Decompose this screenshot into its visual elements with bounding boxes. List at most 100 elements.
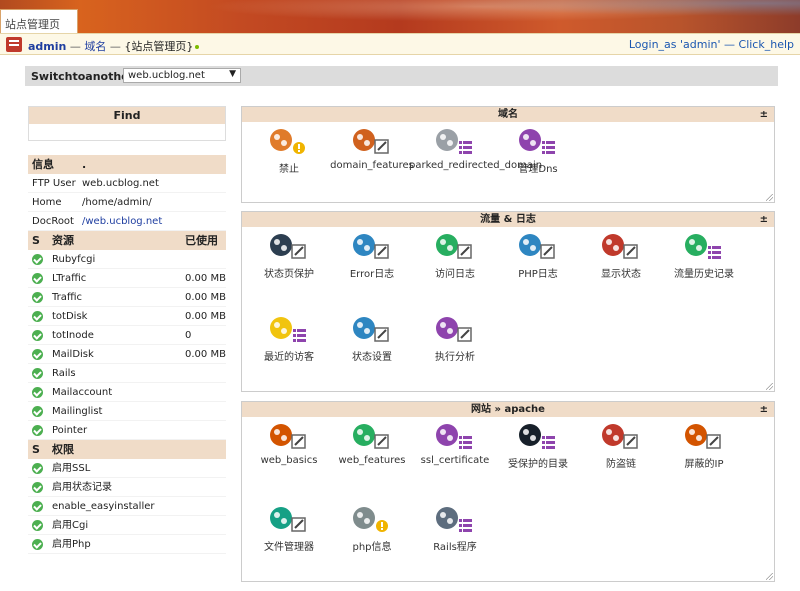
resources-header-used: 已使用 [185, 234, 218, 247]
check-circle-icon [32, 501, 43, 512]
panel-item[interactable]: Error日志 [326, 232, 418, 280]
permission-name: 启用状态记录 [52, 482, 112, 493]
feature-icon [350, 232, 394, 262]
feature-icon [350, 422, 394, 452]
resource-name: LTraffic [52, 273, 87, 284]
resource-name: Traffic [52, 292, 83, 303]
panel-item[interactable]: 流量历史记录 [658, 232, 750, 280]
panel-item[interactable]: parked_redirected_domain [409, 127, 543, 171]
panel-header: 域名 ± [242, 107, 774, 122]
find-title: Find [29, 107, 225, 124]
panel-item-label: 文件管理器 [264, 542, 314, 553]
breadcrumb-user[interactable]: admin [28, 40, 66, 53]
chevron-down-icon: ▼ [229, 69, 236, 79]
breadcrumb-domain[interactable]: 域名 [84, 40, 106, 53]
panel-traffic-logs: 流量 & 日志 ± 状态页保护 Error日志 访问日志 PHP日志 显示状态 流量历史记… [241, 211, 775, 392]
feature-icon [599, 422, 643, 452]
permission-name: 启用Php [52, 539, 91, 550]
info-key: Home [32, 197, 62, 208]
panel-item[interactable]: 受保护的目录 [492, 422, 584, 470]
panel-item-label: 防盗链 [606, 459, 636, 470]
panel-item[interactable]: 最近的访客 [243, 315, 335, 363]
tab-site-management[interactable]: 站点管理页 [0, 9, 78, 33]
feature-icon [267, 505, 311, 535]
panel-website-apache: 网站 » apache ± web_basics web_features ssl_… [241, 401, 775, 582]
panel-item-label: parked_redirected_domain [409, 160, 543, 171]
panel-item[interactable]: 执行分析 [409, 315, 501, 363]
resize-grip-icon[interactable] [766, 573, 773, 580]
collapse-toggle-icon[interactable]: ± [760, 212, 768, 227]
panel-item-label: 访问日志 [435, 269, 475, 280]
panel-item[interactable]: 防盗链 [575, 422, 667, 470]
collapse-toggle-icon[interactable]: ± [760, 402, 768, 417]
panel-item[interactable]: web_basics [243, 422, 335, 466]
resources-header-s: S [32, 234, 40, 247]
permissions-header: S 权限 [28, 440, 226, 459]
panel-title: 域名 [498, 109, 518, 120]
info-header: 信息 . [28, 155, 226, 174]
panel-item-label: ssl_certificate [420, 455, 490, 466]
resource-used: 0.00 MB [185, 292, 226, 303]
panel-item[interactable]: 屏蔽的IP [658, 422, 750, 470]
panel-item-label: 受保护的目录 [508, 459, 568, 470]
resource-row: LTraffic 0.00 MB [28, 269, 226, 288]
panel-item[interactable]: web_features [326, 422, 418, 466]
resource-row: Rails [28, 364, 226, 383]
domain-select[interactable]: web.ucblog.net ▼ [123, 68, 241, 83]
find-input[interactable] [29, 124, 225, 140]
check-circle-icon [32, 349, 43, 360]
panel-item-label: Error日志 [349, 269, 395, 280]
info-value: web.ucblog.net [82, 178, 159, 189]
feature-icon [267, 422, 311, 452]
panel-item[interactable]: 显示状态 [575, 232, 667, 280]
info-key: FTP User [32, 178, 76, 189]
login-as-link[interactable]: Login_as 'admin' — Click_help [629, 38, 794, 51]
permissions-header-s: S [32, 443, 40, 456]
resource-name: totDisk [52, 311, 88, 322]
permission-name: enable_easyinstaller [52, 501, 155, 512]
resource-name: Pointer [52, 425, 88, 436]
panel-item[interactable]: PHP日志 [492, 232, 584, 280]
resource-row: MailDisk 0.00 MB [28, 345, 226, 364]
feature-icon [267, 315, 311, 345]
feature-icon [682, 422, 726, 452]
collapse-toggle-icon[interactable]: ± [760, 107, 768, 122]
panel-item[interactable]: 管理Dns [492, 127, 584, 175]
info-value[interactable]: /web.ucblog.net [82, 212, 162, 231]
app-logo-icon [6, 37, 22, 52]
info-value: /home/admin/ [82, 197, 152, 208]
panel-item[interactable]: 状态页保护 [243, 232, 335, 280]
resource-row: Mailaccount [28, 383, 226, 402]
feature-icon [350, 127, 394, 157]
panel-item[interactable]: domain_features [326, 127, 418, 171]
resize-grip-icon[interactable] [766, 194, 773, 201]
permission-row: 启用SSL [28, 459, 226, 478]
breadcrumb-sep: — [106, 40, 125, 53]
resource-row: Mailinglist [28, 402, 226, 421]
resource-row: Pointer [28, 421, 226, 440]
panel-item-label: domain_features [330, 160, 414, 171]
resize-grip-icon[interactable] [766, 383, 773, 390]
panel-item[interactable]: ssl_certificate [409, 422, 501, 466]
panel-item[interactable]: 状态设置 [326, 315, 418, 363]
feature-icon [433, 505, 477, 535]
panel-item[interactable]: php信息 [326, 505, 418, 553]
panel-item-label: 屏蔽的IP [684, 459, 724, 470]
panel-item[interactable]: 禁止 [243, 127, 335, 175]
panel-item-label: 状态页保护 [264, 269, 314, 280]
info-row: DocRoot/web.ucblog.net [28, 212, 226, 231]
panel-item-label: 执行分析 [435, 352, 475, 363]
panel-item[interactable]: 访问日志 [409, 232, 501, 280]
feature-icon [267, 232, 311, 262]
feature-icon [433, 315, 477, 345]
panel-header: 网站 » apache ± [242, 402, 774, 417]
panel-item-label: 显示状态 [601, 269, 641, 280]
panel-item-label: 禁止 [279, 164, 299, 175]
resource-name: Mailinglist [52, 406, 103, 417]
check-circle-icon [32, 273, 43, 284]
panel-item-label: 最近的访客 [264, 352, 314, 363]
panel-item[interactable]: 文件管理器 [243, 505, 335, 553]
resources-table: S 资源 已使用 Rubyfcgi LTraffic 0.00 MB Traffic 0… [28, 231, 226, 440]
check-circle-icon [32, 368, 43, 379]
panel-item[interactable]: Rails程序 [409, 505, 501, 553]
